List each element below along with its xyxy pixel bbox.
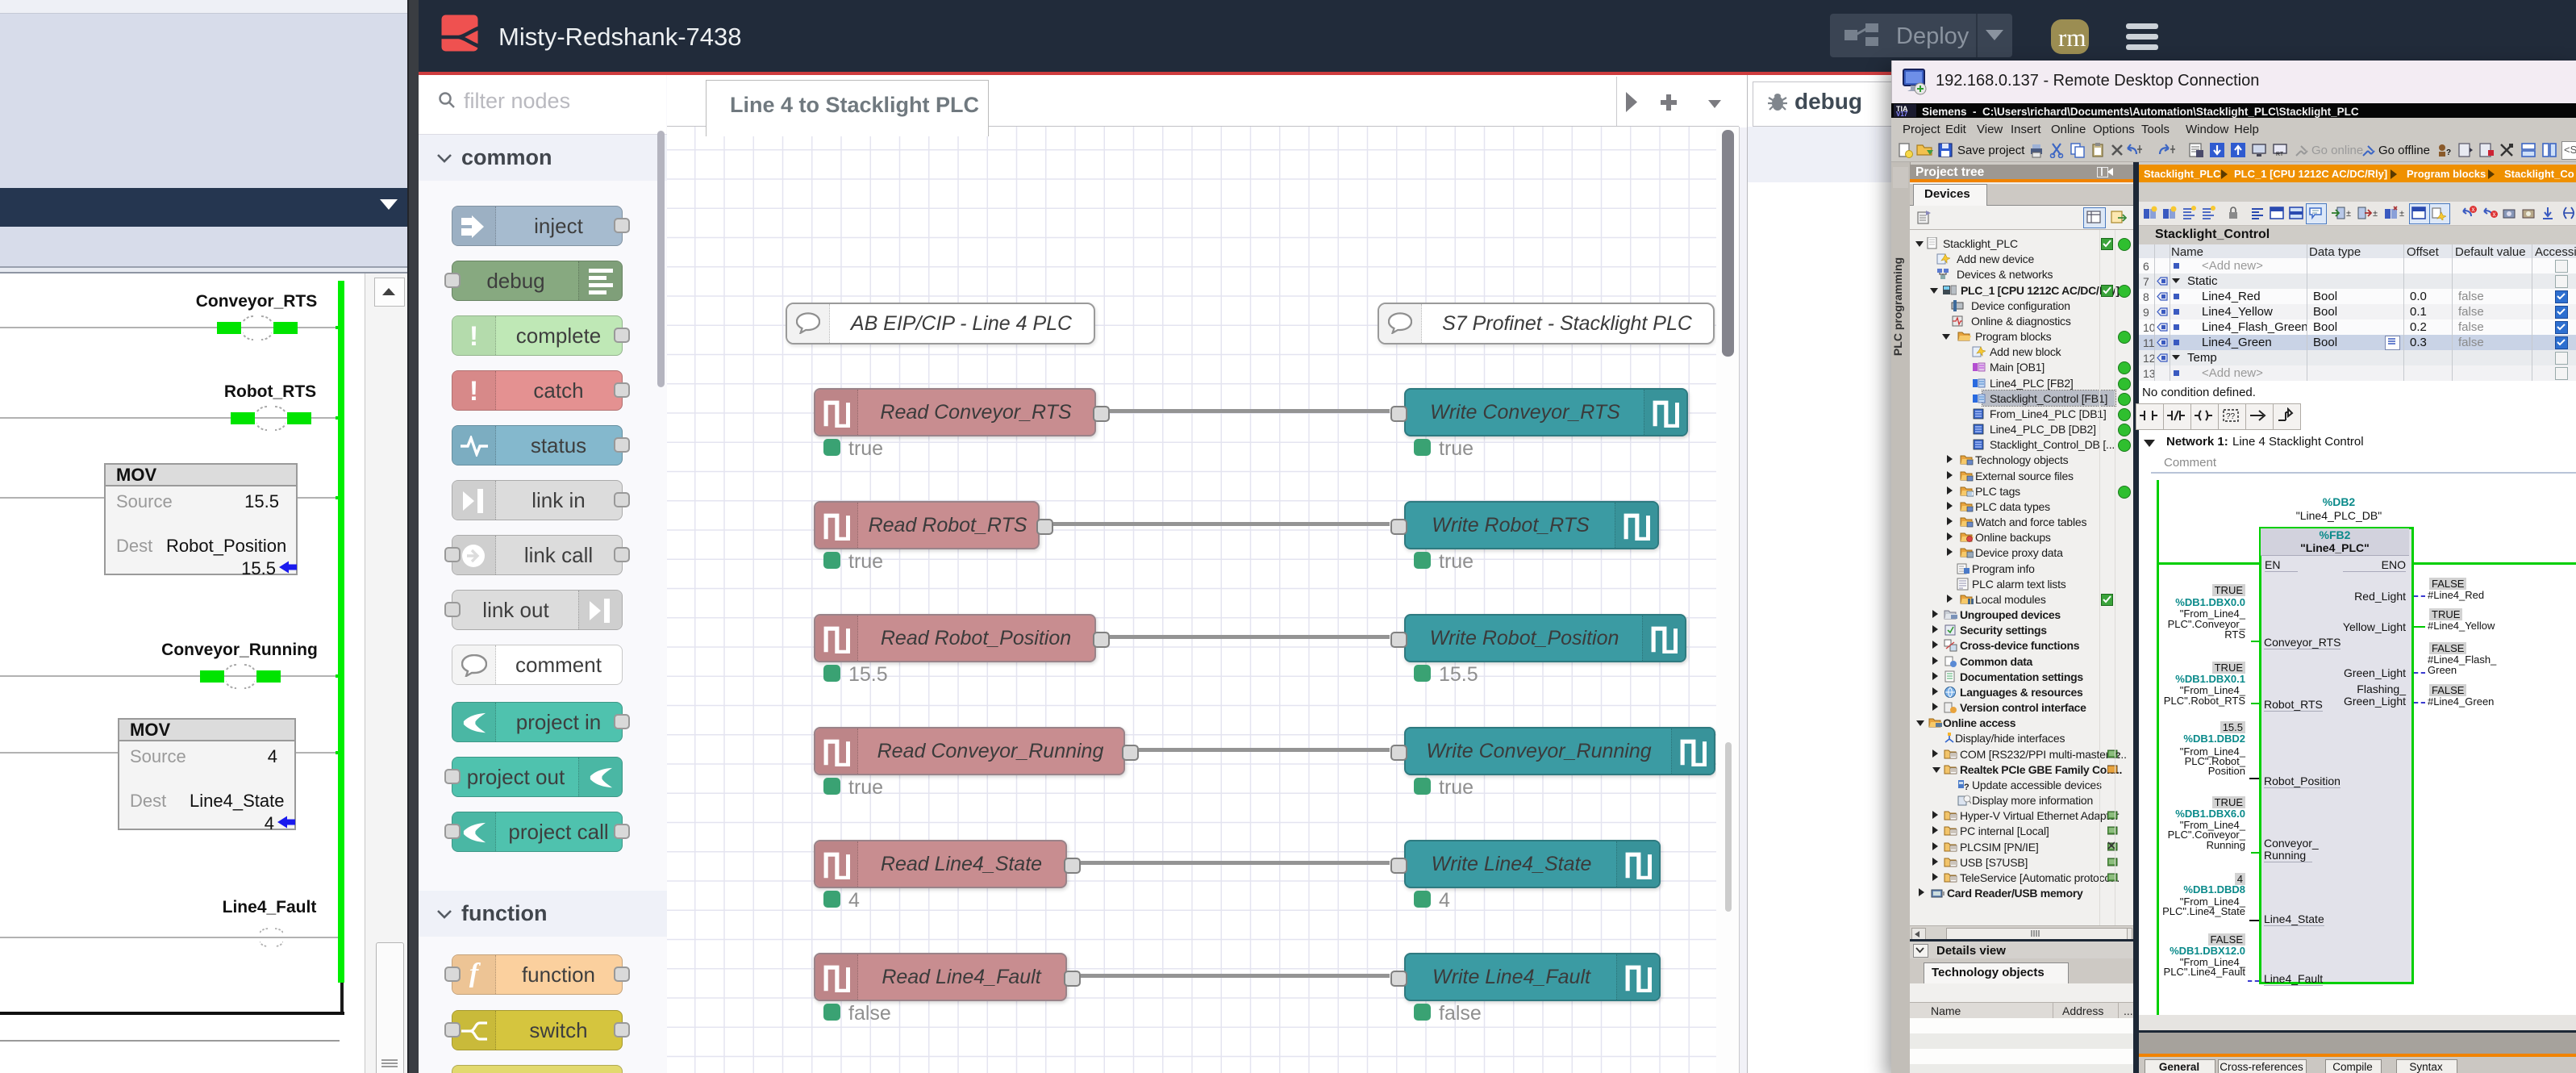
svg-text:??: ?? xyxy=(2226,412,2236,421)
